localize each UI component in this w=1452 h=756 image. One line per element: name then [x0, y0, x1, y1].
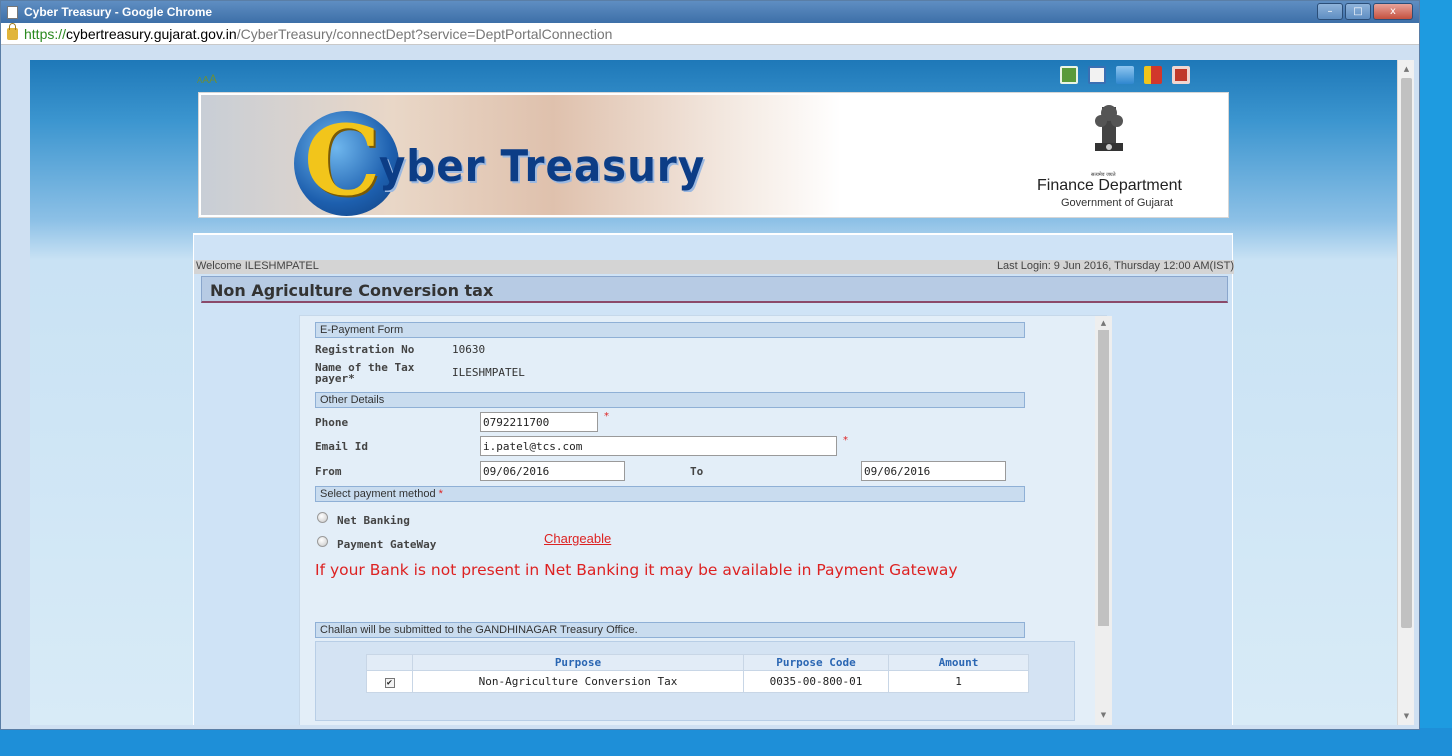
department-name: Finance Department — [1037, 177, 1182, 194]
taxpayer-value: ILESHMPATEL — [452, 366, 525, 379]
purpose-column-header: Purpose — [412, 654, 744, 671]
address-bar[interactable]: https:// cybertreasury.gujarat.gov.in /C… — [1, 22, 1419, 45]
from-date-input[interactable]: 09/06/2016 — [480, 461, 625, 481]
registration-label: Registration No — [315, 343, 415, 356]
toolbar-icons — [1060, 66, 1190, 84]
table-header-row: Purpose Purpose Code Amount — [366, 654, 1029, 671]
email-input[interactable]: i.patel@tcs.com — [480, 436, 837, 456]
payment-gateway-radio[interactable] — [317, 536, 328, 547]
page-icon — [7, 5, 18, 19]
email-required-mark: * — [843, 435, 848, 446]
logo-letter: C — [304, 104, 381, 217]
amount-cell: 1 — [888, 670, 1029, 693]
purpose-table: Purpose Purpose Code Amount ✔ Non-Agricu… — [366, 654, 1029, 693]
epayment-form-header: E-Payment Form — [315, 322, 1025, 338]
window-controls: – □ x — [1317, 3, 1413, 20]
page-scroll-up-arrow-icon[interactable]: ▲ — [1398, 62, 1415, 76]
minimize-button[interactable]: – — [1317, 3, 1343, 20]
edit-icon[interactable] — [1088, 66, 1106, 84]
bank-availability-note: If your Bank is not present in Net Banki… — [315, 561, 958, 579]
scroll-up-arrow-icon[interactable]: ▲ — [1095, 316, 1112, 330]
national-emblem-icon — [1095, 105, 1123, 151]
last-login-text: Last Login: 9 Jun 2016, Thursday 12:00 A… — [996, 260, 1234, 272]
challan-header: Challan will be submitted to the GANDHIN… — [315, 622, 1025, 638]
payment-gateway-label[interactable]: Payment GateWay — [337, 538, 436, 551]
phone-label: Phone — [315, 416, 349, 429]
logo-text: yber Treasury — [379, 141, 705, 192]
url-domain: cybertreasury.gujarat.gov.in — [66, 25, 237, 42]
page-title: Non Agriculture Conversion tax — [210, 281, 494, 300]
url-scheme: https:// — [24, 25, 67, 42]
page-scroll-thumb[interactable] — [1401, 78, 1412, 628]
scroll-down-arrow-icon[interactable]: ▼ — [1095, 708, 1112, 722]
table-row: ✔ Non-Agriculture Conversion Tax 0035-00… — [366, 670, 1029, 693]
page-title-bar: Non Agriculture Conversion tax — [201, 276, 1228, 303]
maximize-button[interactable]: □ — [1345, 3, 1371, 20]
select-column-header — [366, 654, 413, 671]
header-banner: C yber Treasury सत्यमेव जयते Finance Dep… — [198, 92, 1229, 218]
chargeable-link[interactable]: Chargeable — [544, 531, 611, 546]
welcome-text: Welcome ILESHMPATEL — [196, 260, 319, 272]
url-path: /CyberTreasury/connectDept?service=DeptP… — [236, 25, 613, 42]
font-medium-button[interactable]: A — [202, 75, 209, 86]
download-icon[interactable] — [1116, 66, 1134, 84]
exit-icon[interactable] — [1172, 66, 1190, 84]
page-scrollbar[interactable]: ▲ ▼ — [1397, 60, 1414, 725]
from-label: From — [315, 465, 342, 478]
page-viewport: AAA C yber Treasury सत्यमेव जयते Finance… — [30, 60, 1397, 725]
welcome-bar: Welcome ILESHMPATEL Last Login: 9 Jun 20… — [194, 260, 1234, 274]
to-label: To — [690, 465, 704, 478]
title-bar[interactable]: Cyber Treasury - Google Chrome — [1, 1, 1419, 23]
payment-method-required-mark: * — [438, 488, 443, 500]
form-scrollbar[interactable]: ▲ ▼ — [1095, 316, 1112, 725]
desktop-taskbar-area — [0, 728, 1452, 756]
row-checkbox[interactable]: ✔ — [384, 678, 395, 688]
to-date-input[interactable]: 09/06/2016 — [861, 461, 1006, 481]
form-scroll-thumb[interactable] — [1098, 330, 1109, 626]
main-content: Welcome ILESHMPATEL Last Login: 9 Jun 20… — [193, 233, 1234, 725]
net-banking-label[interactable]: Net Banking — [337, 514, 410, 527]
help-icon[interactable] — [1144, 66, 1162, 84]
taxpayer-label-line2: payer* — [315, 372, 355, 385]
payment-method-header: Select payment method * — [315, 486, 1025, 502]
net-banking-radio[interactable] — [317, 512, 328, 523]
email-label: Email Id — [315, 440, 368, 453]
amount-column-header: Amount — [888, 654, 1029, 671]
font-large-button[interactable]: A — [209, 72, 217, 86]
desktop-background-right — [1416, 0, 1452, 730]
font-size-controls: AAA — [197, 72, 217, 86]
phone-required-mark: * — [604, 411, 609, 422]
purpose-cell: Non-Agriculture Conversion Tax — [412, 670, 744, 693]
purpose-code-cell: 0035-00-800-01 — [743, 670, 889, 693]
purpose-table-container: Purpose Purpose Code Amount ✔ Non-Agricu… — [315, 641, 1075, 721]
close-button[interactable]: x — [1373, 3, 1413, 20]
registration-value: 10630 — [452, 343, 486, 356]
phone-input[interactable]: 0792211700 — [480, 412, 598, 432]
page-scroll-down-arrow-icon[interactable]: ▼ — [1398, 709, 1415, 723]
lock-icon — [7, 22, 18, 40]
government-name: Government of Gujarat — [1061, 197, 1173, 209]
epayment-form-panel: ▲ ▼ E-Payment Form Registration No 10630… — [299, 315, 1112, 725]
purpose-code-column-header: Purpose Code — [743, 654, 889, 671]
select-cell: ✔ — [366, 670, 413, 693]
payment-method-label: Select payment method — [320, 488, 436, 500]
phone-icon[interactable] — [1060, 66, 1078, 84]
other-details-header: Other Details — [315, 392, 1025, 408]
window-title: Cyber Treasury - Google Chrome — [24, 5, 213, 19]
